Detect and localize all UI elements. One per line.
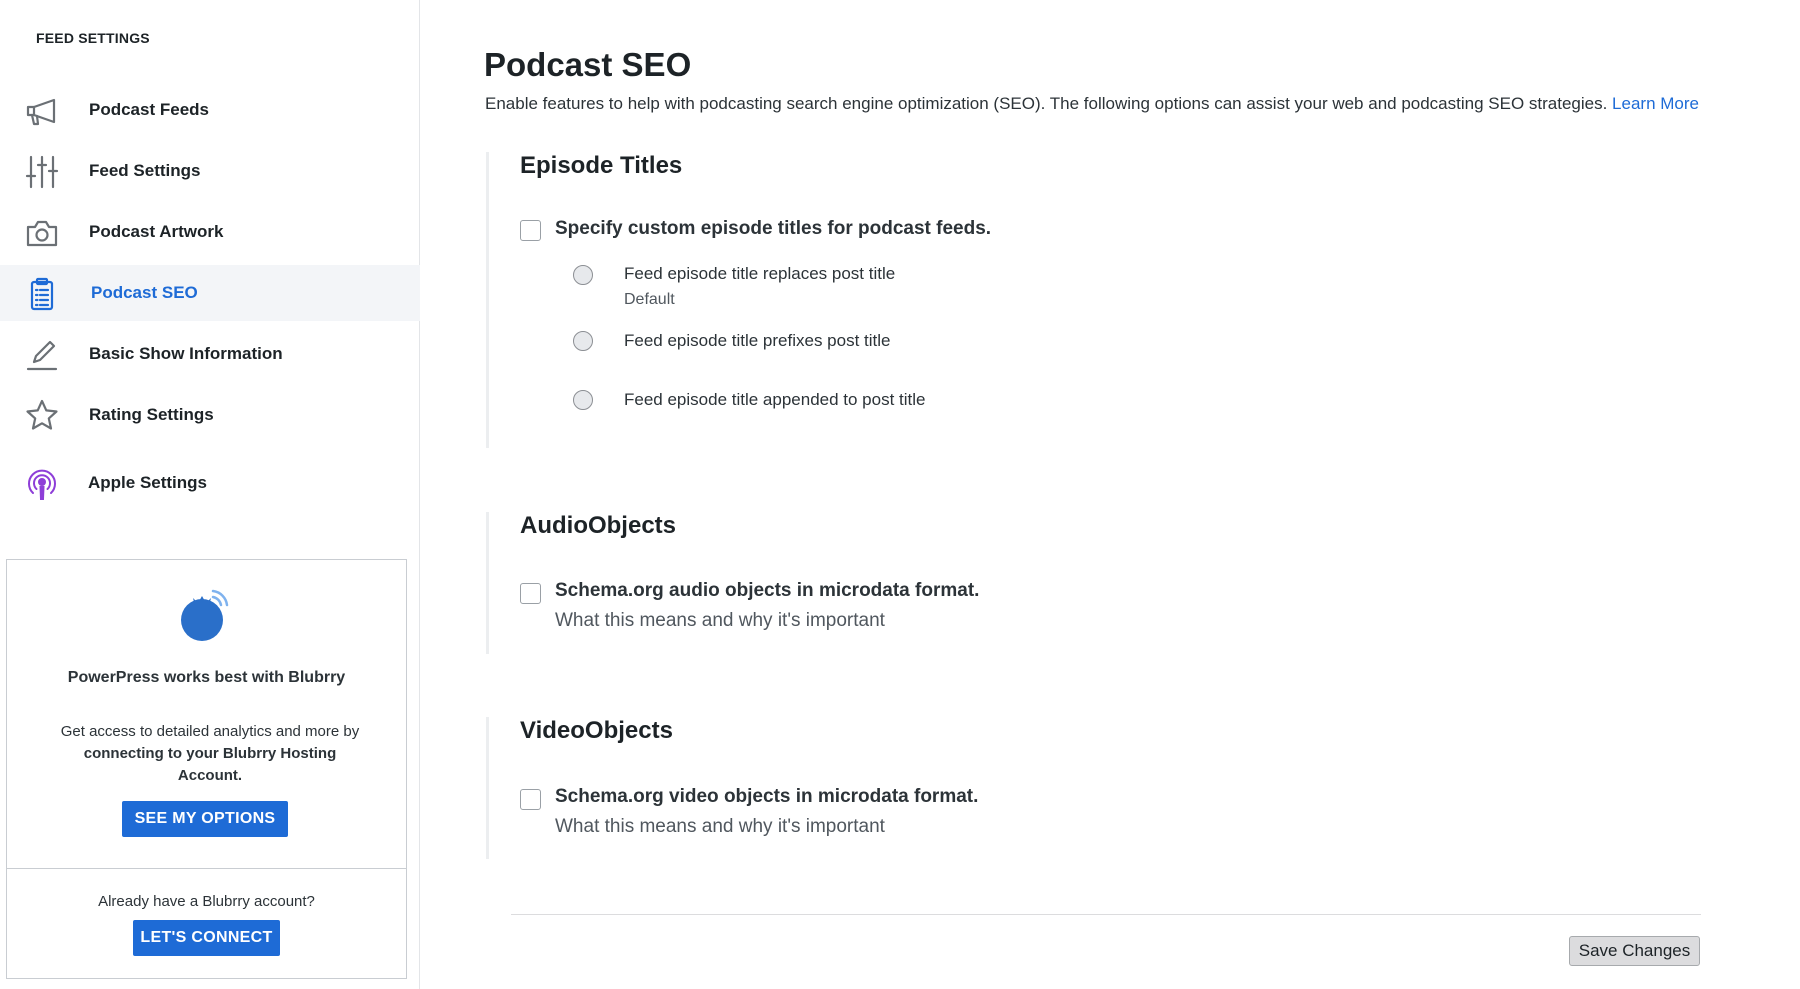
sidebar-item-basic-show-information[interactable]: Basic Show Information xyxy=(0,326,420,382)
lets-connect-button[interactable]: LET'S CONNECT xyxy=(133,920,280,956)
sidebar-item-apple-settings[interactable]: Apple Settings xyxy=(0,455,420,511)
star-icon xyxy=(24,398,60,434)
video-objects-heading: VideoObjects xyxy=(520,717,673,744)
audio-objects-info-link[interactable]: What this means and why it's important xyxy=(555,610,885,632)
page-title: Podcast SEO xyxy=(484,46,692,83)
sidebar-item-podcast-seo[interactable]: Podcast SEO xyxy=(0,265,420,321)
sidebar-item-label: Podcast Feeds xyxy=(89,100,209,119)
learn-more-link[interactable]: Learn More xyxy=(1612,94,1699,113)
audio-objects-checkbox[interactable] xyxy=(520,583,541,604)
promo-text: Get access to detailed analytics and mor… xyxy=(55,721,365,787)
episode-titles-heading: Episode Titles xyxy=(520,152,683,179)
promo-already-text: Already have a Blubrry account? xyxy=(98,893,315,910)
sidebar: FEED SETTINGS Podcast Feeds Feed Setting… xyxy=(0,0,420,989)
main-content: Podcast SEO Enable features to help with… xyxy=(421,0,1800,989)
sidebar-item-label: Feed Settings xyxy=(89,161,201,180)
promo-text-bold: connecting to your Blubrry Hosting Accou… xyxy=(83,745,337,784)
camera-icon xyxy=(24,215,60,251)
footer-divider xyxy=(511,914,1701,915)
sidebar-item-label: Apple Settings xyxy=(88,473,208,492)
apple-podcasts-icon xyxy=(24,466,60,502)
radio-title-appended[interactable] xyxy=(573,390,593,410)
save-changes-button[interactable]: Save Changes xyxy=(1569,936,1700,966)
promo-top-section: PowerPress works best with Blubrry Get a… xyxy=(7,560,406,869)
sidebar-item-label: Podcast SEO xyxy=(91,283,198,302)
radio-title-appended-label: Feed episode title appended to post titl… xyxy=(624,390,926,409)
sidebar-title: FEED SETTINGS xyxy=(36,30,150,46)
custom-episode-titles-checkbox[interactable] xyxy=(520,220,541,241)
video-objects-section: VideoObjects Schema.org video objects in… xyxy=(486,717,978,859)
page-description-text: Enable features to help with podcasting … xyxy=(485,94,1613,113)
audio-objects-heading: AudioObjects xyxy=(520,512,677,539)
sidebar-item-label: Rating Settings xyxy=(89,405,214,424)
video-objects-checkbox[interactable] xyxy=(520,789,541,810)
megaphone-icon xyxy=(24,93,60,129)
blubrry-promo-card: PowerPress works best with Blubrry Get a… xyxy=(6,559,407,979)
sidebar-item-podcast-feeds[interactable]: Podcast Feeds xyxy=(0,82,420,138)
custom-episode-titles-label: Specify custom episode titles for podcas… xyxy=(555,218,992,239)
audio-objects-label: Schema.org audio objects in microdata fo… xyxy=(555,580,980,601)
radio-title-prefixes-label: Feed episode title prefixes post title xyxy=(624,331,891,350)
radio-title-replaces[interactable] xyxy=(573,265,593,285)
see-my-options-button[interactable]: SEE MY OPTIONS xyxy=(122,801,288,837)
clipboard-icon xyxy=(24,276,60,312)
promo-heading: PowerPress works best with Blubrry xyxy=(67,669,346,686)
episode-titles-section: Episode Titles Specify custom episode ti… xyxy=(486,152,991,448)
sidebar-item-rating-settings[interactable]: Rating Settings xyxy=(0,387,420,443)
radio-default-note: Default xyxy=(624,291,675,308)
video-objects-info-link[interactable]: What this means and why it's important xyxy=(555,816,885,838)
sidebar-item-label: Podcast Artwork xyxy=(89,222,224,241)
radio-title-prefixes[interactable] xyxy=(573,331,593,351)
audio-objects-section: AudioObjects Schema.org audio objects in… xyxy=(486,512,979,654)
promo-text-plain: Get access to detailed analytics and mor… xyxy=(60,723,360,740)
page-description: Enable features to help with podcasting … xyxy=(485,94,1800,114)
sidebar-item-feed-settings[interactable]: Feed Settings xyxy=(0,143,420,199)
video-objects-label: Schema.org video objects in microdata fo… xyxy=(555,786,979,807)
pencil-icon xyxy=(24,337,60,373)
blubrry-logo-icon xyxy=(175,587,231,643)
radio-title-replaces-label: Feed episode title replaces post title xyxy=(624,264,896,283)
sidebar-item-label: Basic Show Information xyxy=(89,344,283,363)
sidebar-item-podcast-artwork[interactable]: Podcast Artwork xyxy=(0,204,420,260)
sliders-icon xyxy=(24,154,60,190)
